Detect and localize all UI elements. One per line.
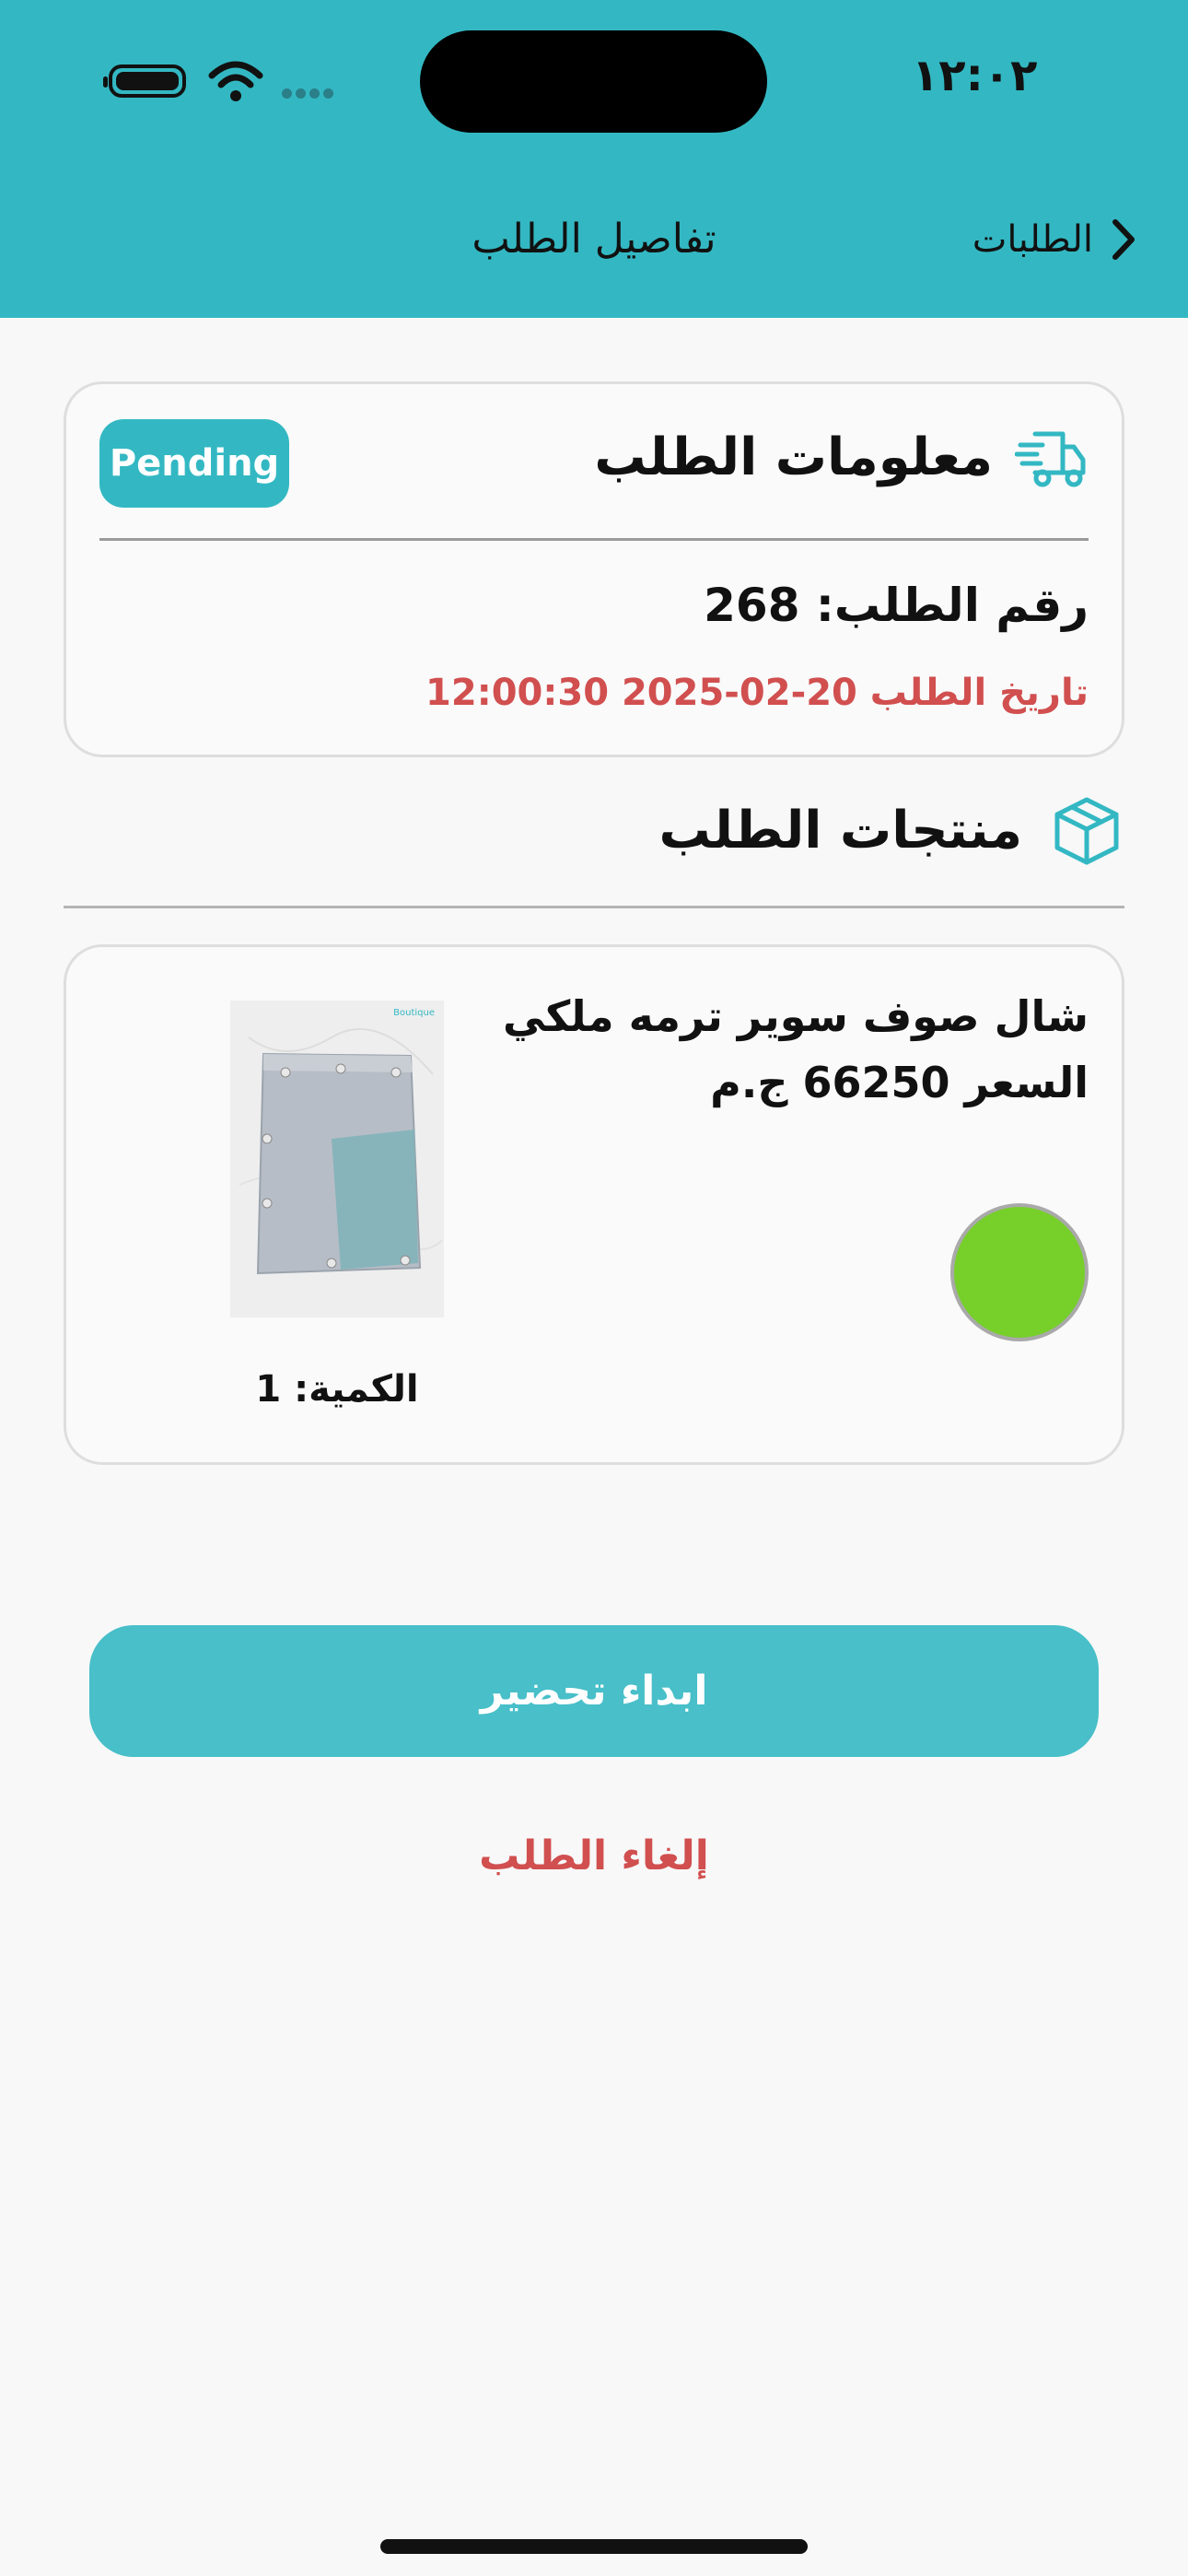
- app-header: ١٢:٠٢ الطلبات تفاصيل الطلب: [0, 0, 1188, 318]
- product-quantity: الكمية: 1: [255, 1368, 419, 1411]
- product-card[interactable]: شال صوف سوير ترمه ملكي السعر 66250 ج.م B…: [64, 944, 1124, 1465]
- products-section-title: منتجات الطلب: [658, 801, 1022, 861]
- page-title: تفاصيل الطلب: [472, 216, 716, 263]
- product-image: Boutique: [230, 1001, 444, 1317]
- start-preparing-button[interactable]: ابداء تحضير: [89, 1625, 1099, 1757]
- order-number: رقم الطلب: 268: [704, 579, 1089, 632]
- battery-icon: [103, 64, 186, 98]
- package-box-icon: [1054, 797, 1119, 865]
- order-date: تاريخ الطلب 20-02-2025 12:00:30: [425, 672, 1089, 714]
- wifi-icon: [208, 61, 263, 101]
- product-price: السعر 66250 ج.م: [710, 1058, 1089, 1107]
- back-button[interactable]: الطلبات: [973, 207, 1137, 272]
- divider: [99, 538, 1089, 541]
- delivery-truck-icon: [1015, 431, 1086, 487]
- order-info-title: معلومات الطلب: [594, 427, 993, 487]
- home-indicator: [380, 2539, 808, 2554]
- divider: [64, 906, 1124, 908]
- brand-watermark: Boutique: [393, 1008, 435, 1018]
- order-info-card: معلومات الطلب Pending رقم الطلب: 268 تار…: [64, 381, 1124, 757]
- cellular-signal-icon: [282, 85, 346, 100]
- color-swatch: [950, 1203, 1089, 1341]
- back-label: الطلبات: [972, 218, 1093, 261]
- status-badge: Pending: [99, 419, 289, 508]
- product-name: شال صوف سوير ترمه ملكي: [503, 991, 1089, 1041]
- dynamic-island: [420, 30, 767, 133]
- chevron-left-icon: [1112, 219, 1135, 260]
- status-time: ١٢:٠٢: [912, 50, 1038, 101]
- cancel-order-button[interactable]: إلغاء الطلب: [410, 1820, 778, 1893]
